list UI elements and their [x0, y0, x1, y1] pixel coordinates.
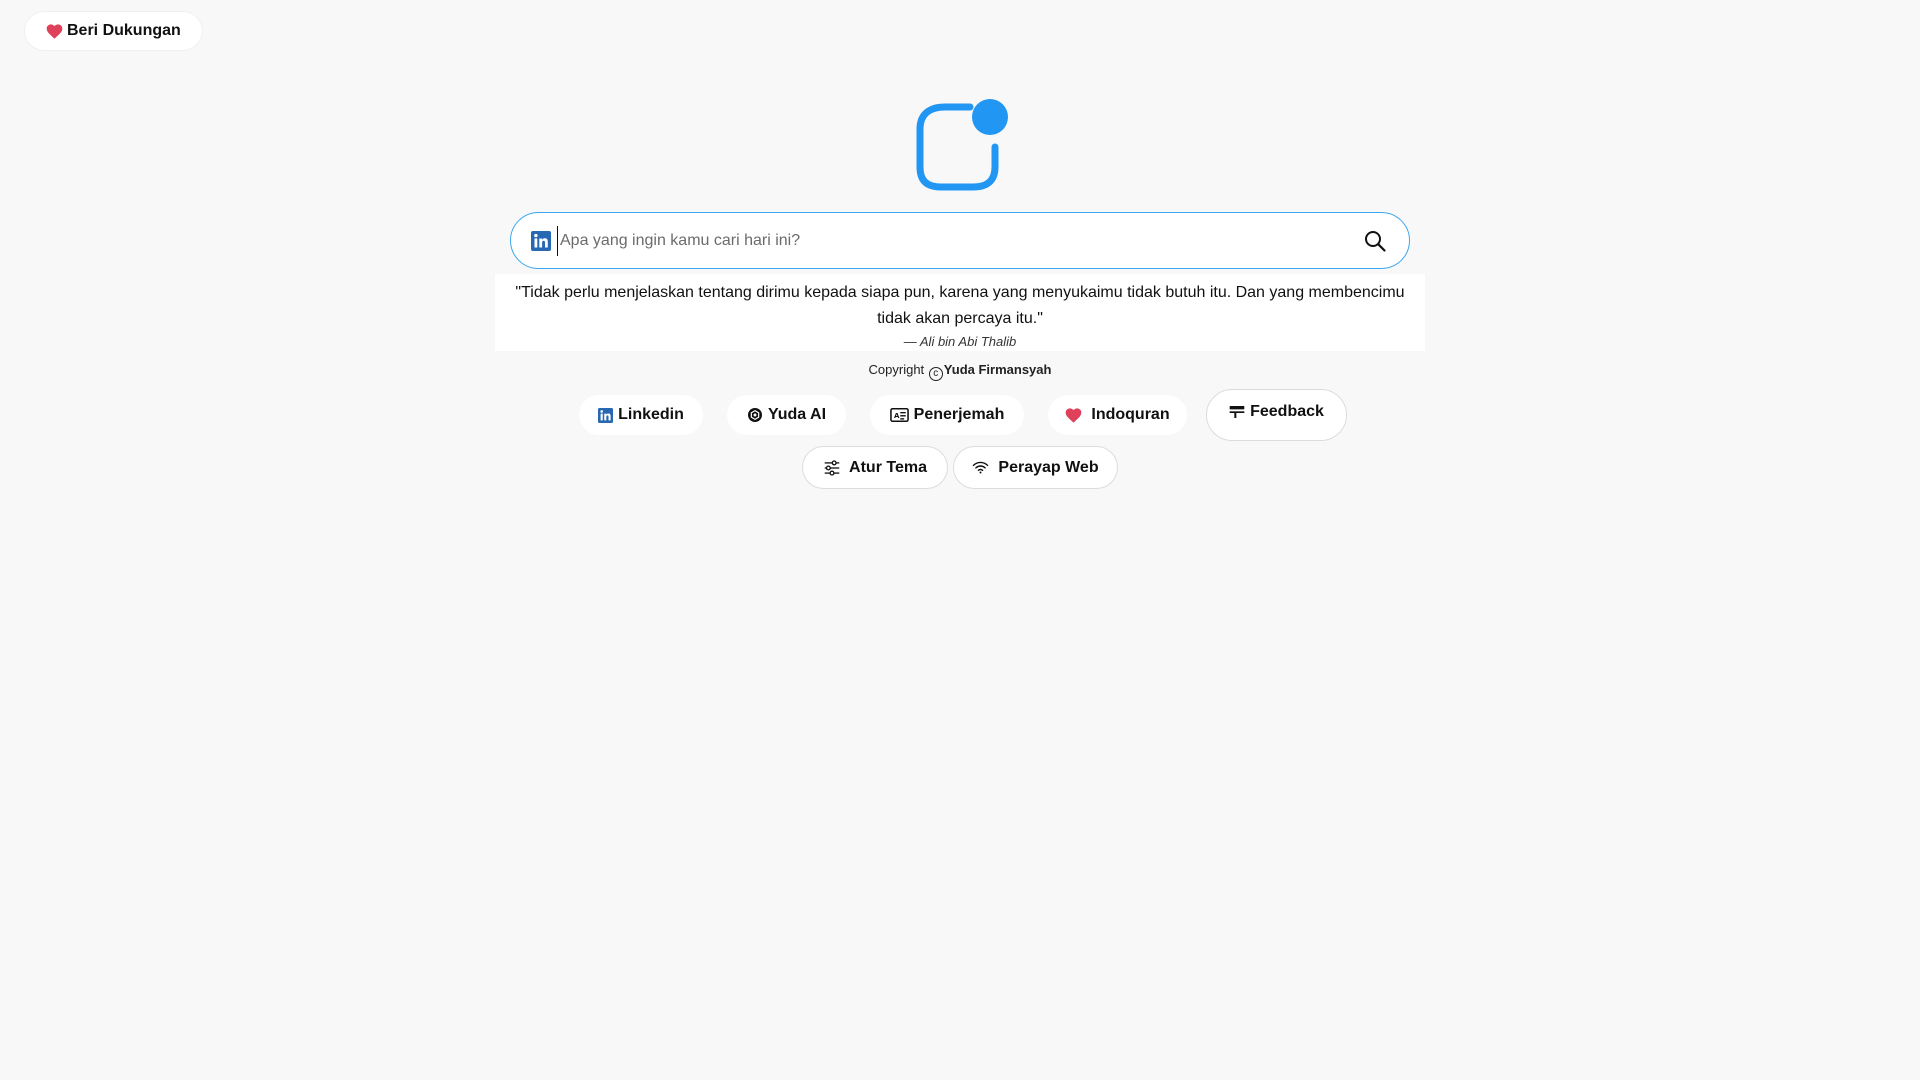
- app-logo: [916, 99, 1008, 191]
- link-label: Perayap Web: [998, 458, 1099, 476]
- heart-icon: [46, 23, 63, 39]
- copyright-owner: Yuda Firmansyah: [943, 362, 1052, 377]
- copyright-icon: c: [928, 367, 943, 381]
- quote-box: "Tidak perlu menjelaskan tentang dirimu …: [495, 274, 1425, 351]
- support-label: Beri Dukungan: [67, 22, 181, 39]
- link-label: Feedback: [1250, 403, 1324, 420]
- link-perayap-web[interactable]: Perayap Web: [953, 446, 1118, 489]
- link-atur-tema[interactable]: Atur Tema: [802, 446, 948, 489]
- heart-icon: [1066, 407, 1082, 423]
- linkedin-icon[interactable]: [531, 230, 551, 251]
- link-linkedin[interactable]: Linkedin: [579, 395, 703, 435]
- link-yuda-ai[interactable]: Yuda AI: [727, 395, 846, 435]
- link-indoquran[interactable]: Indoquran: [1048, 395, 1187, 435]
- quote-text: "Tidak perlu menjelaskan tentang dirimu …: [515, 284, 1405, 327]
- link-penerjemah[interactable]: A Penerjemah: [870, 395, 1024, 435]
- link-label: Penerjemah: [913, 406, 1005, 423]
- link-label: Indoquran: [1091, 406, 1170, 423]
- linkedin-icon: [598, 407, 614, 423]
- link-label: Linkedin: [618, 406, 684, 423]
- svg-text:A: A: [894, 412, 900, 420]
- quote-author: — Ali bin Abi Thalib: [903, 334, 1017, 349]
- link-feedback[interactable]: Feedback: [1206, 389, 1347, 441]
- copyright-prefix: Copyright: [868, 362, 925, 377]
- support-button[interactable]: Beri Dukungan: [25, 12, 202, 50]
- link-label: Atur Tema: [849, 458, 927, 476]
- translate-card-icon: A: [889, 408, 909, 422]
- sliders-icon: [824, 459, 840, 476]
- wifi-icon: [973, 461, 989, 474]
- search-input[interactable]: [557, 225, 1363, 256]
- search-icon[interactable]: [1363, 229, 1387, 253]
- feedback-icon: [1229, 406, 1245, 418]
- openai-icon: [747, 408, 762, 422]
- copyright: Copyright c Yuda Firmansyah: [0, 362, 1920, 381]
- link-label: Yuda AI: [767, 406, 827, 423]
- search-bar: [510, 212, 1410, 269]
